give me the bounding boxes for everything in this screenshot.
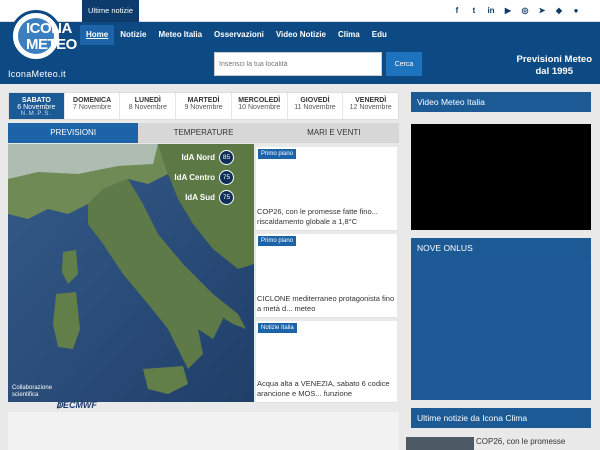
ecmwf-swirl-icon: ↁ [56,400,63,410]
latest-news-link[interactable]: Ultime notizie [82,0,140,22]
day-date: 11 Novembre [294,104,336,111]
telegram-icon[interactable]: ➤ [538,7,546,15]
onlus-section-header: NOVE ONLUS [411,238,591,258]
nav-item-meteo-italia[interactable]: Meteo Italia [152,25,208,45]
news-card[interactable]: Primo piano CICLONE mediterraneo protago… [256,234,397,318]
tab-mari-e-venti[interactable]: MARI E VENTI [269,123,399,143]
news-title[interactable]: COP26, con le promesse fatte fino... ris… [257,207,396,227]
day-name: SABATO [21,97,51,104]
video-player[interactable] [411,124,591,230]
day-date: 9 Novembre [184,104,223,111]
instagram-icon[interactable]: ◎ [521,7,529,15]
youtube-icon[interactable]: ▶ [504,7,512,15]
ida-nord-label: IdA Nord [181,153,215,162]
social-links: f t in ▶ ◎ ➤ ◆ ● [453,0,580,22]
forecast-tabs: PREVISIONI TEMPERATURE MARI E VENTI [8,123,399,143]
day-name: MERCOLEDÌ [238,97,281,104]
collab-line2: scientifica [12,392,39,398]
news-tag[interactable]: Primo piano [258,149,297,159]
slogan: Previsioni Meteo dal 1995 [517,54,593,78]
search-button[interactable]: Cerca [386,52,422,76]
clima-section-header: Ultime notizie da Icona Clima [411,408,591,428]
apple-icon[interactable]: ● [572,7,580,15]
tab-temperature[interactable]: TEMPERATURE [138,123,268,143]
ida-centro: IdA Centro 75 [174,170,234,185]
day-extra: N.M.P.S. [20,111,52,117]
nav-item-osservazioni[interactable]: Osservazioni [208,25,270,45]
tab-previsioni[interactable]: PREVISIONI [8,123,139,143]
ida-sud-value: 75 [219,190,234,205]
news-tag[interactable]: Primo piano [258,236,297,246]
day-tab-sabato[interactable]: SABATO 6 Novembre N.M.P.S. [9,93,65,119]
site-url: IconaMeteo.it [8,69,66,79]
day-name: DOMENICA [73,97,112,104]
ida-centro-value: 75 [219,170,234,185]
ida-centro-label: IdA Centro [174,173,215,182]
ecmwf-text: ECMWF [62,400,97,410]
facebook-icon[interactable]: f [453,7,461,15]
news-card[interactable]: Notizie Italia Acqua alta a VENEZIA, sab… [256,321,397,403]
slogan-line1: Previsioni Meteo [516,54,593,65]
day-name: GIOVEDÌ [300,97,330,104]
day-tabs: SABATO 6 Novembre N.M.P.S. DOMENICA 7 No… [8,92,399,120]
nav-item-edu[interactable]: Edu [366,25,393,45]
nav-item-home[interactable]: Home [80,25,115,45]
day-name: VENERDÌ [355,97,387,104]
nav-item-clima[interactable]: Clima [332,25,366,45]
collab-line1: Collaborazione [12,385,53,391]
twitter-icon[interactable]: t [470,7,478,15]
main-nav: Home Notizie Meteo Italia Osservazioni V… [80,25,393,45]
day-tab-mercoledi[interactable]: MERCOLEDÌ 10 Novembre [232,93,288,119]
video-section-header: Video Meteo Italia [411,92,591,112]
clima-news-title[interactable]: COP26, con le promesse [476,437,565,447]
clima-thumbnail[interactable] [406,437,474,450]
news-title[interactable]: CICLONE mediterraneo protagonista fino a… [257,294,396,314]
news-title[interactable]: Acqua alta a VENEZIA, sabato 6 codice ar… [257,379,396,399]
logo-text-line2: METEO [26,36,77,53]
day-date: 6 Novembre [17,104,56,111]
nav-item-video-notizie[interactable]: Video Notizie [270,25,332,45]
day-tab-venerdi[interactable]: VENERDÌ 12 Novembre [343,93,398,119]
day-date: 12 Novembre [349,104,392,111]
ida-sud: IdA Sud 75 [185,190,234,205]
news-card[interactable]: Primo piano COP26, con le promesse fatte… [256,147,397,231]
ida-nord-value: 85 [219,150,234,165]
day-tab-domenica[interactable]: DOMENICA 7 Novembre [65,93,121,119]
italy-forecast-map[interactable]: IdA Nord 85 IdA Centro 75 IdA Sud 75 Col… [8,144,254,402]
main-header: ICONA METEO IconaMeteo.it Home Notizie M… [0,10,600,84]
news-tag[interactable]: Notizie Italia [258,323,297,333]
clima-news-item[interactable]: COP26, con le promesse [406,437,600,450]
slogan-line2: dal 1995 [535,66,574,77]
content-placeholder [8,412,399,450]
top-bar: Ultime notizie f t in ▶ ◎ ➤ ◆ ● [0,0,600,22]
ida-nord: IdA Nord 85 [182,150,234,165]
nav-item-notizie[interactable]: Notizie [114,25,152,45]
day-tab-giovedi[interactable]: GIOVEDÌ 11 Novembre [288,93,344,119]
ida-sud-label: IdA Sud [185,193,215,202]
day-tab-martedi[interactable]: MARTEDÌ 9 Novembre [176,93,232,119]
day-name: LUNEDÌ [134,97,161,104]
linkedin-icon[interactable]: in [487,7,495,15]
day-date: 10 Novembre [238,104,281,111]
onlus-banner[interactable] [411,258,591,400]
day-date: 8 Novembre [128,104,167,111]
logo-text-line1: ICONA [26,20,72,37]
day-tab-lunedi[interactable]: LUNEDÌ 8 Novembre [120,93,177,119]
collaboration-note: Collaborazione scientifica [12,385,52,399]
android-icon[interactable]: ◆ [555,7,563,15]
ecmwf-logo: ↁECMWF [56,400,97,411]
day-name: MARTEDÌ [187,97,220,104]
day-date: 7 Novembre [73,104,112,111]
location-search-input[interactable] [214,52,382,76]
